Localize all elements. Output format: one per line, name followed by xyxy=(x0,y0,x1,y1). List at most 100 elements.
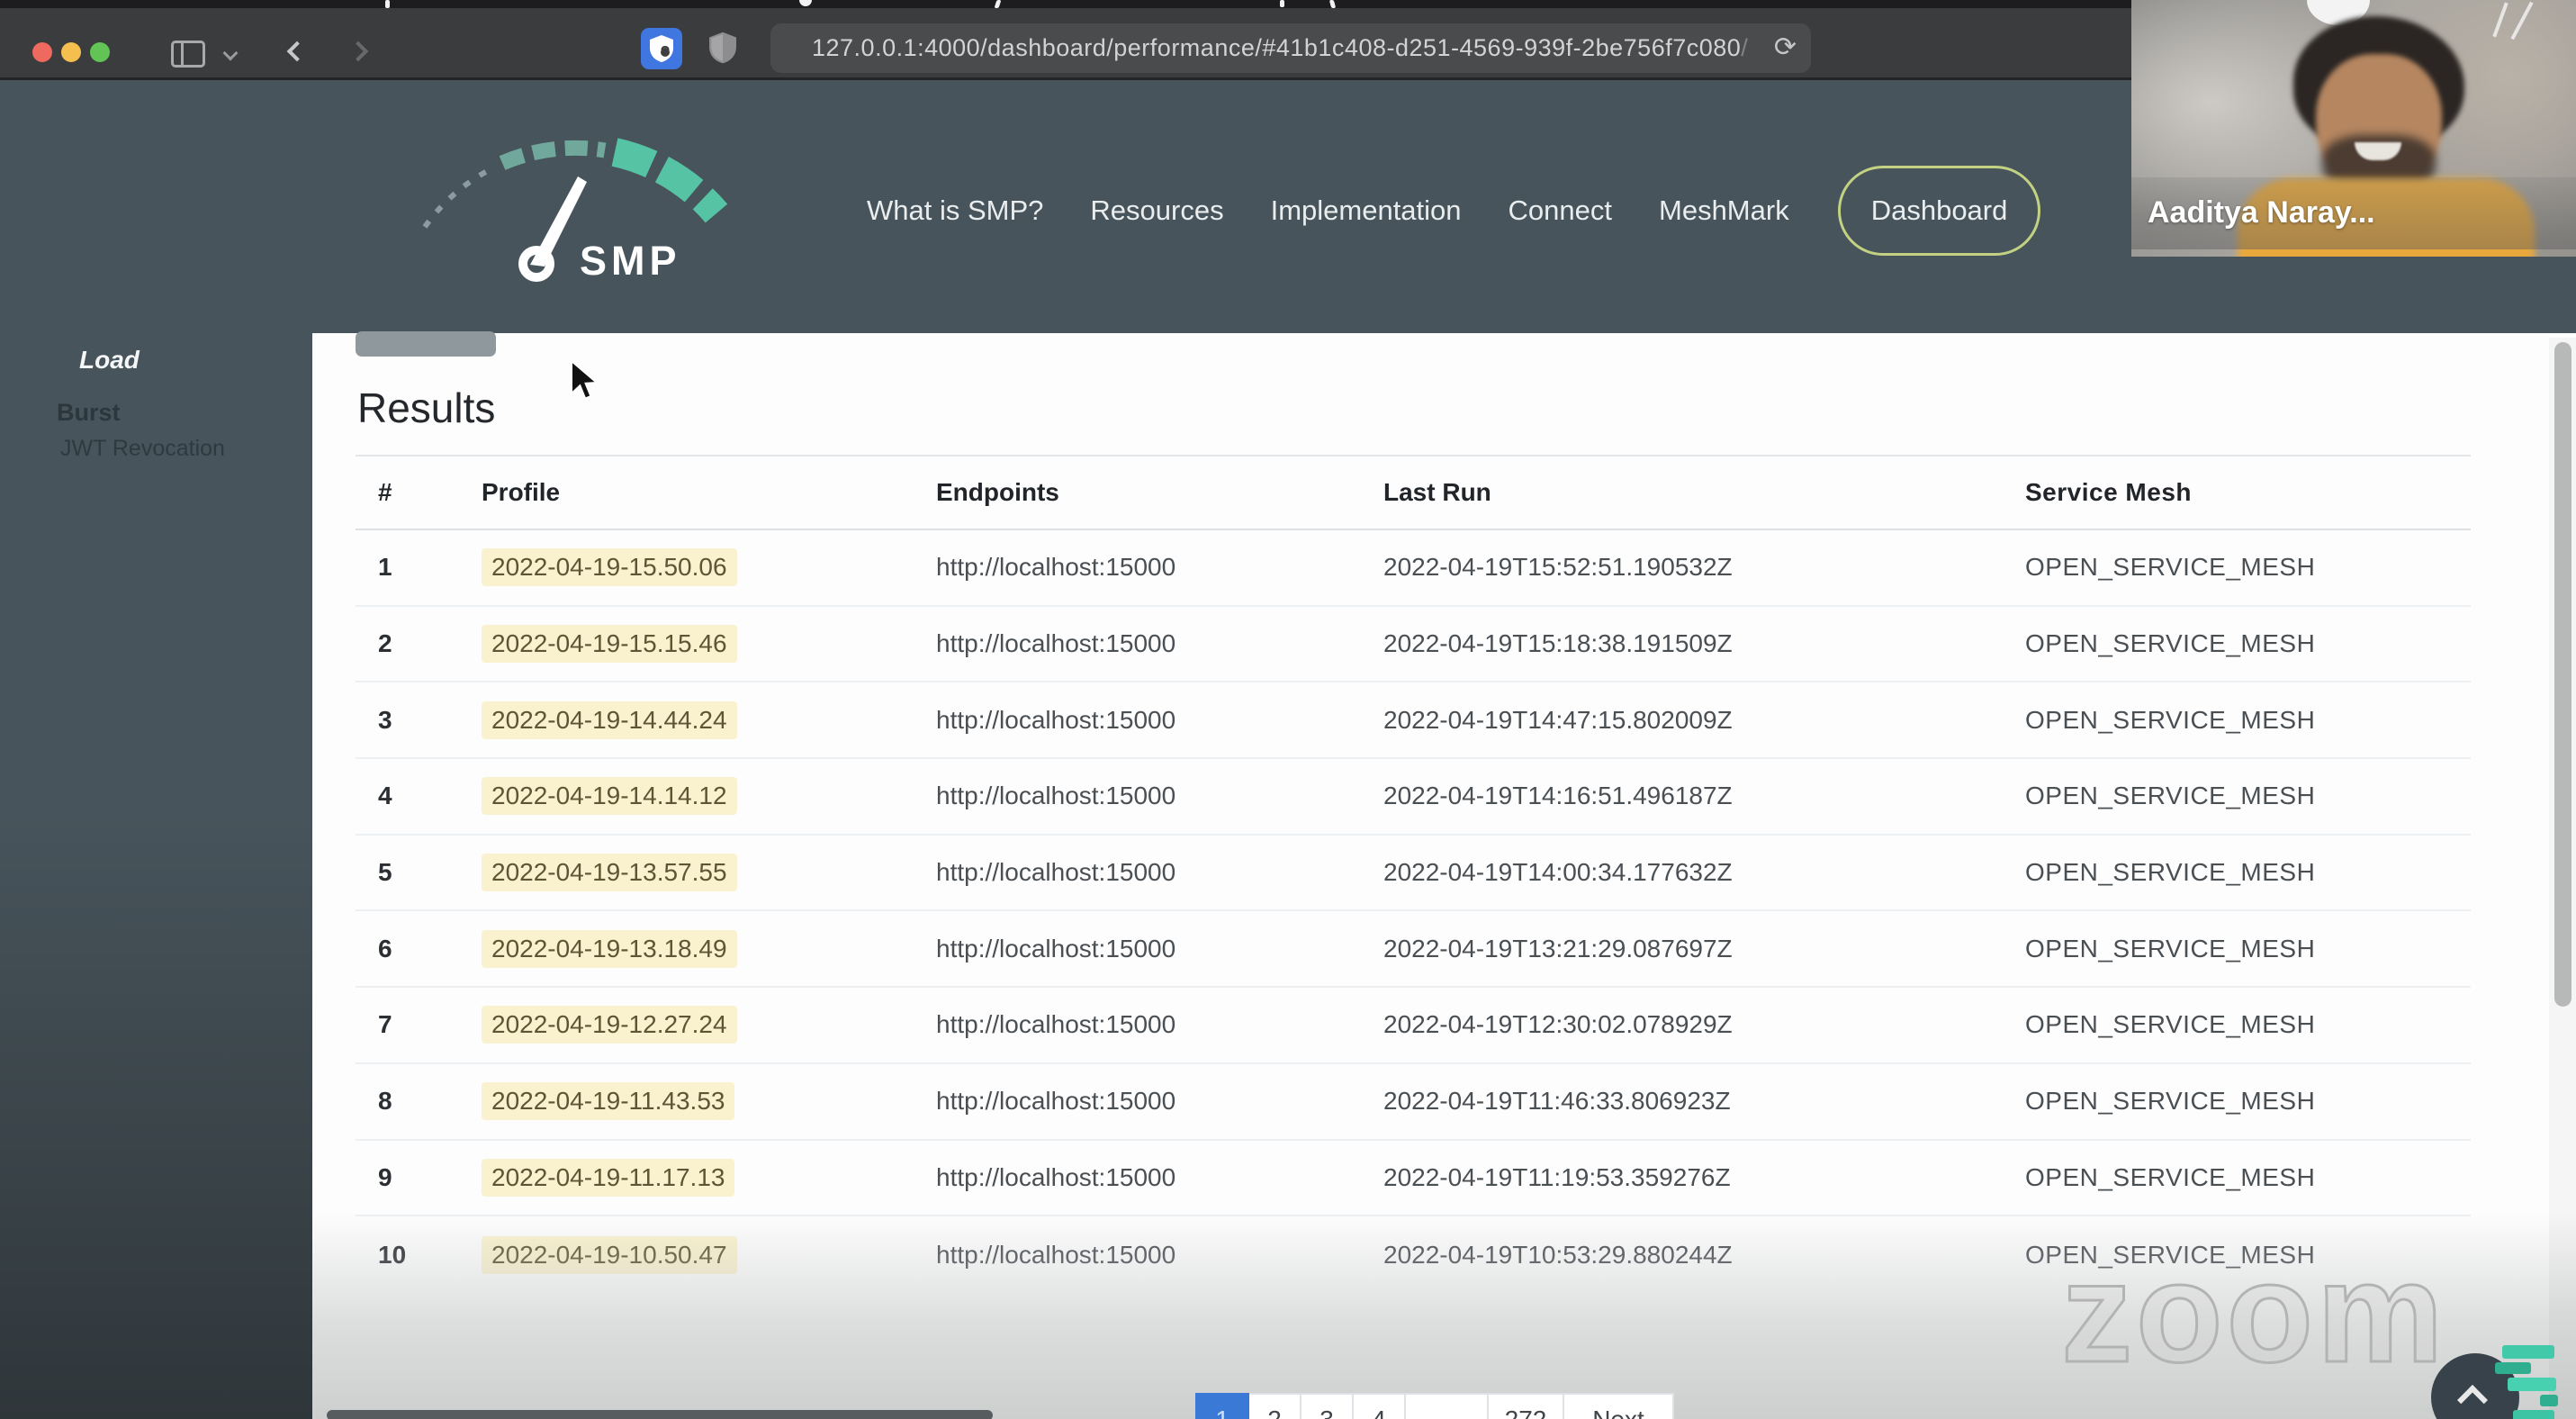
smp-logo[interactable]: SMP xyxy=(396,122,747,293)
row-number: 9 xyxy=(378,1162,392,1191)
table-row[interactable]: 3 2022-04-19-14.44.24 http://localhost:1… xyxy=(356,682,2471,760)
row-endpoints: http://localhost:15000 xyxy=(936,858,1176,887)
page-1-button[interactable]: 1 xyxy=(1195,1393,1249,1419)
row-endpoints: http://localhost:15000 xyxy=(936,1162,1176,1191)
vertical-scrollbar-thumb[interactable] xyxy=(2554,342,2571,1007)
col-header-lastrun: Last Run xyxy=(1383,478,1491,506)
table-row[interactable]: 2 2022-04-19-15.15.46 http://localhost:1… xyxy=(356,607,2471,683)
title-fragment xyxy=(1329,0,1337,8)
page-272-button[interactable]: 272 xyxy=(1487,1393,1564,1419)
profile-highlight[interactable]: 2022-04-19-14.44.24 xyxy=(482,700,737,739)
row-lastrun: 2022-04-19T14:16:51.496187Z xyxy=(1383,782,1733,810)
row-number: 1 xyxy=(378,553,392,582)
row-lastrun: 2022-04-19T15:52:51.190532Z xyxy=(1383,553,1733,582)
row-number: 2 xyxy=(378,629,392,658)
nav-dashboard-label: Dashboard xyxy=(1870,194,2008,226)
page-title: Results xyxy=(357,384,496,431)
sidebar-item-burst[interactable]: Burst xyxy=(57,399,121,427)
minimize-window-button[interactable] xyxy=(61,42,81,62)
row-lastrun: 2022-04-19T11:46:33.806923Z xyxy=(1383,1087,1731,1116)
address-bar[interactable]: 127.0.0.1:4000/dashboard/performance/#41… xyxy=(770,23,1811,73)
chevron-down-icon[interactable] xyxy=(222,45,239,61)
table-row[interactable]: 5 2022-04-19-13.57.55 http://localhost:1… xyxy=(356,836,2471,912)
zoom-window-button[interactable] xyxy=(90,42,110,62)
webcam-name-strip: Aaditya Naray... xyxy=(2131,177,2576,249)
row-profile: 2022-04-19-14.44.24 xyxy=(482,700,936,739)
layer5-logo-icon xyxy=(2490,1345,2560,1419)
nav-resources[interactable]: Resources xyxy=(1090,194,1223,227)
row-number: 6 xyxy=(378,934,392,963)
title-fragment xyxy=(1280,0,1284,7)
participant-name: Aaditya Naray... xyxy=(2148,195,2375,230)
page-next-button[interactable]: Next xyxy=(1563,1393,1674,1419)
close-window-button[interactable] xyxy=(32,42,52,62)
row-profile: 2022-04-19-13.57.55 xyxy=(482,854,936,892)
row-lastrun: 2022-04-19T10:53:29.880244Z xyxy=(1383,1240,1733,1269)
page-3-button[interactable]: 3 xyxy=(1300,1393,1354,1419)
profile-highlight[interactable]: 2022-04-19-15.15.46 xyxy=(482,625,737,664)
webcam-tile[interactable]: Aaditya Naray... xyxy=(2131,0,2576,257)
page-2-button[interactable]: 2 xyxy=(1247,1393,1302,1419)
url-text: 127.0.0.1:4000/dashboard/performance/#41… xyxy=(812,34,1749,61)
row-endpoints: http://localhost:15000 xyxy=(936,1087,1176,1116)
table-row[interactable]: 4 2022-04-19-14.14.12 http://localhost:1… xyxy=(356,759,2471,836)
logo-text: SMP xyxy=(580,238,681,284)
row-servicemesh: OPEN_SERVICE_MESH xyxy=(2025,782,2316,810)
nav-connect[interactable]: Connect xyxy=(1509,194,1612,227)
row-number: 8 xyxy=(378,1087,392,1116)
profile-highlight[interactable]: 2022-04-19-15.50.06 xyxy=(482,548,737,587)
nav-meshmark[interactable]: MeshMark xyxy=(1659,194,1789,227)
zoom-watermark: zoom xyxy=(2060,1233,2447,1394)
row-endpoints: http://localhost:15000 xyxy=(936,705,1176,734)
main-nav: What is SMP? Resources Implementation Co… xyxy=(867,165,2041,257)
shield-icon[interactable] xyxy=(709,32,736,68)
extension-shield-icon[interactable] xyxy=(641,28,682,69)
card-tab[interactable] xyxy=(356,331,496,357)
table-row[interactable]: 8 2022-04-19-11.43.53 http://localhost:1… xyxy=(356,1064,2471,1141)
row-servicemesh: OPEN_SERVICE_MESH xyxy=(2025,934,2316,963)
profile-highlight[interactable]: 2022-04-19-13.18.49 xyxy=(482,929,737,968)
row-lastrun: 2022-04-19T13:21:29.087697Z xyxy=(1383,934,1733,963)
page-4-button[interactable]: 4 xyxy=(1352,1393,1406,1419)
table-header-row: # Profile Endpoints Last Run Service Mes… xyxy=(356,455,2471,530)
row-servicemesh: OPEN_SERVICE_MESH xyxy=(2025,858,2316,887)
profile-highlight[interactable]: 2022-04-19-11.17.13 xyxy=(482,1158,735,1197)
title-fragment xyxy=(799,0,812,6)
row-lastrun: 2022-04-19T12:30:02.078929Z xyxy=(1383,1010,1733,1039)
sidebar-item-load[interactable]: Load xyxy=(79,346,140,375)
row-profile: 2022-04-19-15.15.46 xyxy=(482,625,936,664)
webcam-scribble xyxy=(2510,1,2534,41)
sidebar-toggle-icon[interactable] xyxy=(171,41,205,68)
back-icon[interactable] xyxy=(286,41,308,62)
horizontal-scrollbar-thumb[interactable] xyxy=(327,1410,993,1419)
col-header-servicemesh: Service Mesh xyxy=(2025,478,2192,506)
col-header-profile: Profile xyxy=(482,478,561,506)
profile-highlight[interactable]: 2022-04-19-12.27.24 xyxy=(482,1006,737,1044)
profile-highlight[interactable]: 2022-04-19-11.43.53 xyxy=(482,1082,735,1121)
row-number: 7 xyxy=(378,1010,392,1039)
table-row[interactable]: 6 2022-04-19-13.18.49 http://localhost:1… xyxy=(356,911,2471,989)
row-servicemesh: OPEN_SERVICE_MESH xyxy=(2025,1087,2316,1116)
row-number: 3 xyxy=(378,705,392,734)
left-sidebar-background xyxy=(0,80,312,1419)
table-row[interactable]: 1 2022-04-19-15.50.06 http://localhost:1… xyxy=(356,530,2471,607)
nav-what-is-smp[interactable]: What is SMP? xyxy=(867,194,1043,227)
profile-highlight[interactable]: 2022-04-19-14.14.12 xyxy=(482,777,737,816)
url-faded-tail: / xyxy=(1741,34,1749,61)
reload-icon[interactable]: ⟳ xyxy=(1774,32,1797,63)
nav-dashboard-active[interactable]: Dashboard xyxy=(1837,166,2041,256)
sidebar-item-jwt-revocation[interactable]: JWT Revocation xyxy=(60,436,225,462)
table-row[interactable]: 7 2022-04-19-12.27.24 http://localhost:1… xyxy=(356,988,2471,1064)
page-ellipsis: … xyxy=(1404,1393,1489,1419)
row-endpoints: http://localhost:15000 xyxy=(936,782,1176,810)
row-profile: 2022-04-19-11.17.13 xyxy=(482,1158,936,1197)
col-header-num: # xyxy=(378,478,392,506)
profile-highlight[interactable]: 2022-04-19-10.50.47 xyxy=(482,1235,737,1274)
profile-highlight[interactable]: 2022-04-19-13.57.55 xyxy=(482,854,737,892)
row-profile: 2022-04-19-11.43.53 xyxy=(482,1082,936,1121)
forward-icon[interactable] xyxy=(347,41,369,62)
title-fragment xyxy=(385,0,390,8)
nav-implementation[interactable]: Implementation xyxy=(1271,194,1462,227)
row-lastrun: 2022-04-19T14:00:34.177632Z xyxy=(1383,858,1733,887)
table-row[interactable]: 9 2022-04-19-11.17.13 http://localhost:1… xyxy=(356,1141,2471,1217)
